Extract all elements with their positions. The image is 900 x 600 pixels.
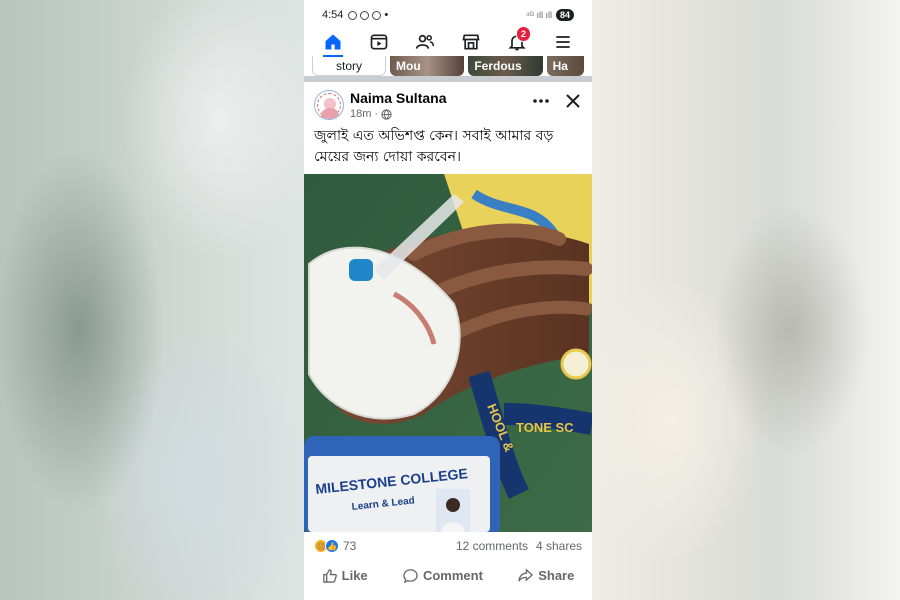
reactions-summary: ☹ 👍 73 12 comments 4 shares [304, 532, 592, 560]
post-text-line: জুলাই এত অভিশপ্ত কেন। সবাই আমার বড় [314, 128, 554, 144]
story-card[interactable]: Ferdous [468, 56, 543, 76]
nav-friends[interactable] [409, 30, 441, 54]
top-nav-bar: 2 [304, 26, 592, 57]
notification-badge: 2 [515, 26, 531, 42]
hamburger-menu-icon [556, 36, 570, 48]
story-card[interactable]: Ha [546, 56, 585, 76]
home-icon [325, 34, 341, 50]
post-header-actions [532, 92, 582, 110]
post-time[interactable]: 18m [350, 108, 371, 120]
status-time: 4:54 [322, 9, 344, 21]
nav-marketplace[interactable] [455, 30, 487, 54]
comment-icon [403, 568, 418, 583]
post-text: জুলাই এত অভিশপ্ত কেন। সবাই আমার বড় মেয়… [304, 126, 592, 174]
close-icon[interactable] [564, 92, 582, 110]
share-button[interactable]: Share [518, 568, 574, 583]
thumbs-up-icon [322, 568, 337, 583]
background-blur-right [592, 0, 900, 600]
status-right: ⁴ᴳ ıll ıll 84 [526, 9, 574, 21]
comment-button[interactable]: Comment [403, 568, 483, 583]
nav-notifications[interactable]: 2 [501, 26, 533, 54]
status-left: 4:54 • [322, 9, 388, 21]
nav-video[interactable] [363, 30, 395, 54]
more-notifications-dot-icon: • [384, 9, 389, 21]
create-story-card[interactable]: story [312, 56, 386, 76]
share-icon [518, 567, 534, 582]
comments-count[interactable]: 12 comments [456, 539, 528, 553]
like-reaction-icon: 👍 [325, 539, 339, 553]
post-image[interactable]: HOOL & TONE SC MILESTONE COLLEGE Learn &… [304, 174, 592, 532]
marketplace-icon [462, 34, 480, 50]
reaction-count-group[interactable]: ☹ 👍 73 [314, 539, 356, 553]
share-label: Share [538, 567, 575, 583]
author-block: Naima Sultana 18m · [350, 90, 532, 120]
post-meta: 18m · [350, 108, 532, 120]
nav-menu[interactable] [547, 30, 579, 54]
avatar[interactable] [314, 90, 344, 120]
globe-icon [381, 108, 392, 120]
reaction-emojis: ☹ 👍 [314, 539, 339, 553]
badge-pin [560, 348, 592, 380]
iv-cannula-cap [349, 259, 373, 281]
post-text-line: মেয়ের জন্য দোয়া করবেন। [314, 149, 461, 165]
friends-icon [415, 34, 435, 49]
whatsapp-icon [348, 10, 358, 20]
battery-indicator: 84 [555, 9, 574, 21]
lanyard-text: TONE SC [516, 420, 574, 435]
nav-home[interactable] [317, 30, 349, 57]
comment-label: Comment [422, 567, 483, 583]
signal-icon: ⁴ᴳ ıll ıll [525, 10, 552, 20]
reaction-count: 73 [343, 539, 357, 553]
facebook-icon [372, 10, 382, 20]
shares-count[interactable]: 4 shares [536, 539, 582, 553]
post-author-name[interactable]: Naima Sultana [350, 90, 532, 106]
story-card[interactable]: Mou [390, 56, 465, 76]
active-tab-indicator [323, 55, 343, 57]
status-notification-icons: • [348, 9, 388, 21]
video-icon [370, 34, 388, 50]
phone-screen: 4:54 • ⁴ᴳ ıll ıll 84 2 story Mou Ferdous… [304, 0, 592, 600]
post-action-bar: Like Comment Share [304, 560, 592, 590]
more-options-icon[interactable] [532, 92, 550, 110]
background-blur-left [0, 0, 304, 600]
stories-row: story Mou Ferdous Ha [304, 54, 592, 82]
post-header: Naima Sultana 18m · [304, 82, 592, 126]
post-photo-illustration: HOOL & TONE SC MILESTONE COLLEGE Learn &… [304, 174, 592, 532]
like-button[interactable]: Like [322, 568, 368, 583]
engagement-counts: 12 comments 4 shares [456, 539, 582, 553]
messenger-icon [360, 10, 370, 20]
like-label: Like [341, 567, 368, 583]
status-bar: 4:54 • ⁴ᴳ ıll ıll 84 [304, 0, 592, 30]
